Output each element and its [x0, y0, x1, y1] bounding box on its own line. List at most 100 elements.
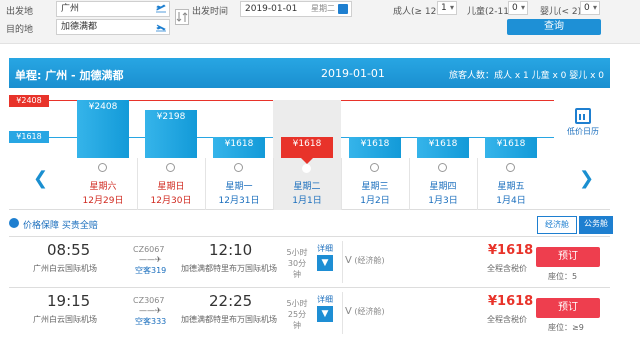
prev-week-arrow[interactable]: ❮ — [33, 168, 48, 189]
dest-input[interactable]: 加德满都 — [56, 19, 170, 35]
child-label: 儿童(2-11) — [467, 7, 513, 17]
trip-date: 2019-01-01 — [321, 67, 385, 80]
day-date[interactable]: 12月29日 — [69, 193, 137, 206]
expand-button[interactable]: ▼ — [317, 255, 333, 271]
next-week-arrow[interactable]: ❯ — [579, 168, 594, 189]
flight-row: 19:15 广州白云国际机场 CZ3067 ——✈ 空客333 22:25 加德… — [9, 287, 610, 337]
dest-label: 目的地 — [6, 25, 34, 35]
price-bar[interactable]: ¥1618 — [485, 137, 537, 158]
cabin-code: V — [345, 255, 352, 266]
max-price-label: ¥2408 — [9, 95, 49, 107]
day-date[interactable]: 1月1日 — [273, 193, 341, 206]
price: ¥1618 — [488, 243, 534, 258]
day-radio[interactable] — [234, 163, 243, 172]
price: ¥1618 — [488, 294, 534, 309]
cabin-code: V — [345, 306, 352, 317]
expand-button[interactable]: ▼ — [317, 306, 333, 322]
arr-airport: 加德满都特里布万国际机场 — [181, 264, 277, 273]
price-bar[interactable]: ¥1618 — [281, 137, 333, 164]
book-button[interactable]: 预订 — [536, 298, 600, 318]
day-radio[interactable] — [438, 163, 447, 172]
duration: 5小时 30分钟 — [285, 247, 309, 280]
bar-price: ¥1618 — [360, 139, 390, 149]
price-bar[interactable]: ¥1618 — [213, 137, 265, 158]
bar-price: ¥1618 — [292, 139, 322, 149]
date-input[interactable]: 2019-01-01 星期二 — [240, 1, 352, 17]
duration: 5小时 25分钟 — [285, 298, 309, 331]
detail-link[interactable]: 详细 — [317, 294, 333, 305]
low-price-calendar-label: 低价日历 — [567, 127, 599, 136]
day-radio[interactable] — [98, 163, 107, 172]
day-divider — [205, 158, 206, 210]
day-weekday: 星期六 — [89, 182, 117, 192]
price-calendar: ¥2408 ¥1618 ¥2408 星期六 12月29日 ¥2198 星期日 12月30日… — [9, 88, 610, 210]
day-date[interactable]: 1月3日 — [409, 193, 477, 206]
low-price-calendar-button[interactable]: 低价日历 — [563, 108, 603, 137]
swap-icon — [176, 12, 188, 22]
price-bar[interactable]: ¥2198 — [145, 109, 197, 158]
price-note: 全程含税价 — [487, 315, 527, 324]
swap-button[interactable] — [175, 9, 189, 25]
dep-time: 08:55 — [47, 241, 91, 259]
duration-minutes: 25分钟 — [287, 310, 307, 330]
depart-label: 出发地 — [6, 7, 34, 17]
infant-select[interactable]: 0 — [580, 1, 600, 15]
trip-header: 单程: 广州 - 加德满都 2019-01-01 旅客人数：成人 x 1 儿童 … — [9, 58, 610, 88]
aircraft-type[interactable]: 空客333 — [135, 316, 166, 327]
adult-label: 成人(≥ 12) — [393, 7, 440, 17]
day-divider — [137, 158, 138, 210]
duration-minutes: 30分钟 — [287, 259, 307, 279]
arrow-icon: ——✈ — [139, 255, 162, 264]
day-date[interactable]: 1月2日 — [341, 193, 409, 206]
seat-count: 座位：5 — [548, 272, 578, 281]
depart-value: 广州 — [61, 4, 80, 14]
day-radio[interactable] — [166, 163, 175, 172]
day-weekday: 星期五 — [497, 182, 525, 192]
day-date[interactable]: 12月31日 — [205, 193, 273, 206]
detail-link[interactable]: 详细 — [317, 243, 333, 254]
day-date[interactable]: 12月30日 — [137, 193, 205, 206]
min-price-label: ¥1618 — [9, 131, 49, 143]
price-bar[interactable]: ¥2408 — [77, 100, 129, 158]
price-bar[interactable]: ¥1618 — [349, 137, 401, 158]
flight-row: 08:55 广州白云国际机场 CZ6067 ——✈ 空客319 12:10 加德… — [9, 236, 610, 286]
duration-hours: 5小时 — [286, 299, 308, 308]
day-weekday: 星期日 — [157, 182, 185, 192]
takeoff-icon — [156, 4, 166, 13]
day-weekday: 星期一 — [225, 182, 253, 192]
adult-select[interactable]: 1 — [437, 1, 457, 15]
query-button[interactable]: 查询 — [507, 19, 601, 35]
tab-business[interactable]: 公务舱 — [579, 216, 613, 234]
child-select[interactable]: 0 — [508, 1, 528, 15]
price-bar[interactable]: ¥1618 — [417, 137, 469, 158]
shield-icon — [9, 218, 19, 228]
duration-hours: 5小时 — [286, 248, 308, 257]
weekday-value: 星期二 — [311, 4, 335, 13]
price-guarantee[interactable]: 价格保障 买贵全赔 — [23, 218, 98, 231]
day-date[interactable]: 1月4日 — [477, 193, 545, 206]
day-radio[interactable] — [302, 164, 311, 173]
day-radio[interactable] — [506, 163, 515, 172]
day-divider — [273, 158, 274, 210]
landing-icon — [156, 24, 166, 32]
depart-input[interactable]: 广州 — [56, 1, 170, 17]
divider — [342, 292, 343, 334]
day-radio[interactable] — [370, 163, 379, 172]
price-note: 全程含税价 — [487, 264, 527, 273]
info-row: 价格保障 买贵全赔 经济舱 公务舱 — [9, 216, 613, 234]
flight-no: CZ3067 — [133, 296, 165, 305]
bar-price: ¥1618 — [428, 139, 458, 149]
aircraft-type[interactable]: 空客319 — [135, 265, 166, 276]
bar-price: ¥1618 — [496, 139, 526, 149]
tab-economy[interactable]: 经济舱 — [537, 216, 577, 234]
calendar-icon — [575, 108, 591, 124]
dep-airport: 广州白云国际机场 — [33, 315, 97, 324]
cabin-note: (经济舱) — [354, 307, 385, 316]
day-weekday: 星期四 — [429, 182, 457, 192]
book-button[interactable]: 预订 — [536, 247, 600, 267]
route-title: 单程: 广州 - 加德满都 — [15, 69, 124, 82]
arrow-icon: ——✈ — [139, 306, 162, 315]
time-label: 出发时间 — [192, 7, 229, 17]
passenger-summary: 旅客人数：成人 x 1 儿童 x 0 婴儿 x 0 — [448, 71, 604, 81]
cabin-note: (经济舱) — [354, 256, 385, 265]
